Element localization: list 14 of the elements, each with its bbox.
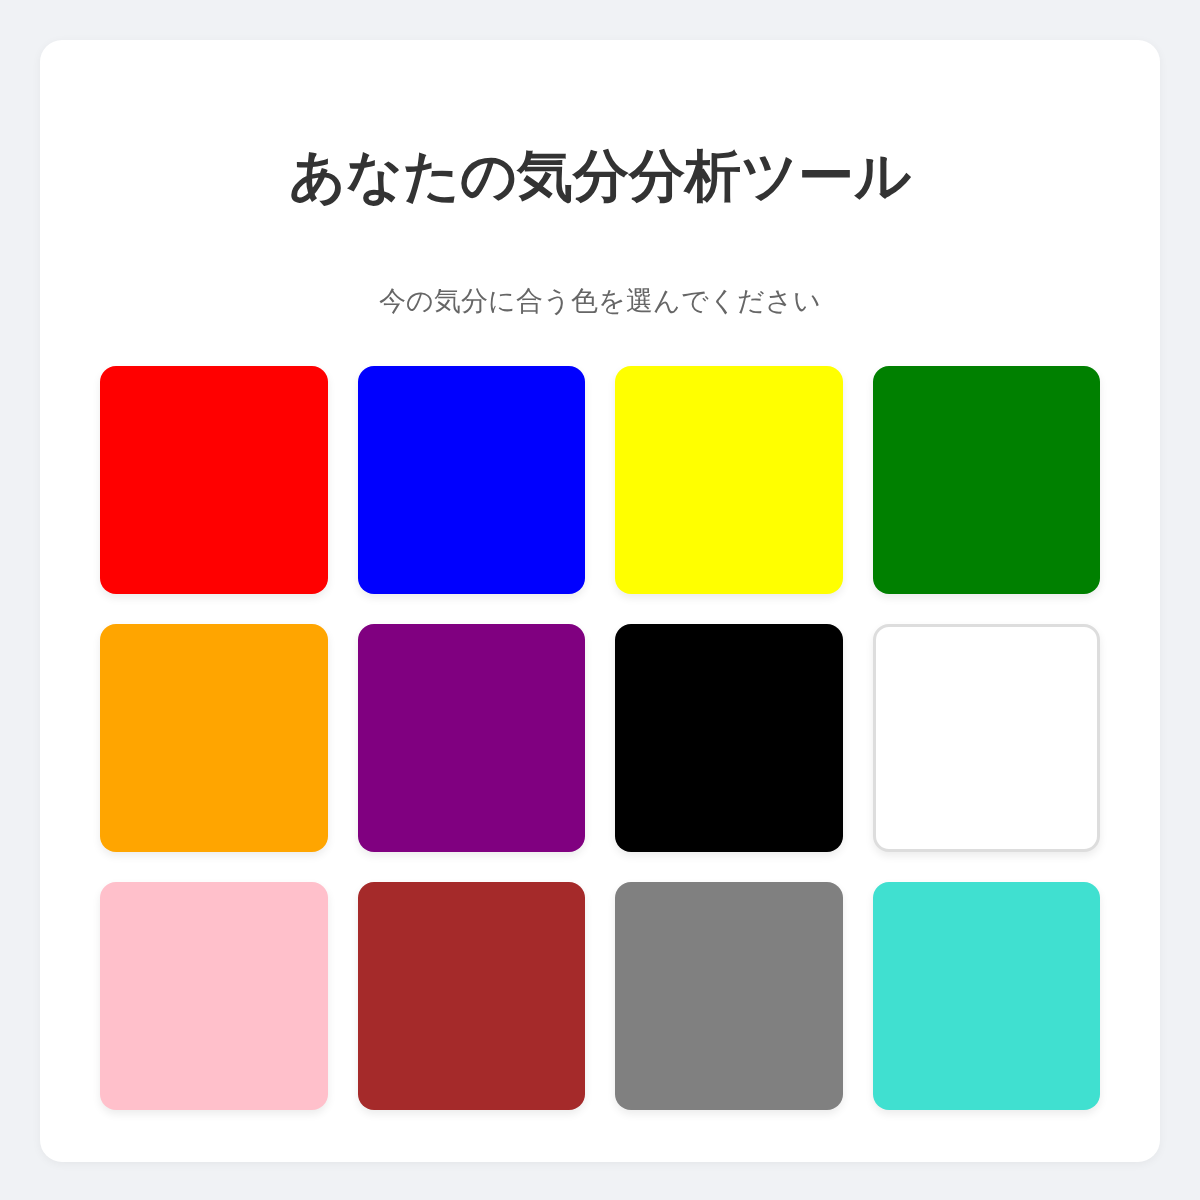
- color-swatch[interactable]: [357, 365, 585, 594]
- color-swatch[interactable]: [100, 365, 328, 594]
- color-swatch[interactable]: [872, 365, 1100, 594]
- instruction-text: 今の気分に合う色を選んでください: [378, 283, 822, 318]
- color-swatch[interactable]: [357, 623, 585, 852]
- color-swatch[interactable]: [872, 623, 1100, 852]
- color-swatch[interactable]: [615, 365, 843, 594]
- color-swatch[interactable]: [615, 623, 843, 852]
- color-swatch[interactable]: [100, 623, 328, 852]
- color-swatch[interactable]: [357, 881, 585, 1110]
- color-swatch[interactable]: [100, 881, 328, 1110]
- page-title: あなたの気分分析ツール: [288, 142, 912, 210]
- color-swatch[interactable]: [872, 881, 1100, 1110]
- color-swatch[interactable]: [615, 881, 843, 1110]
